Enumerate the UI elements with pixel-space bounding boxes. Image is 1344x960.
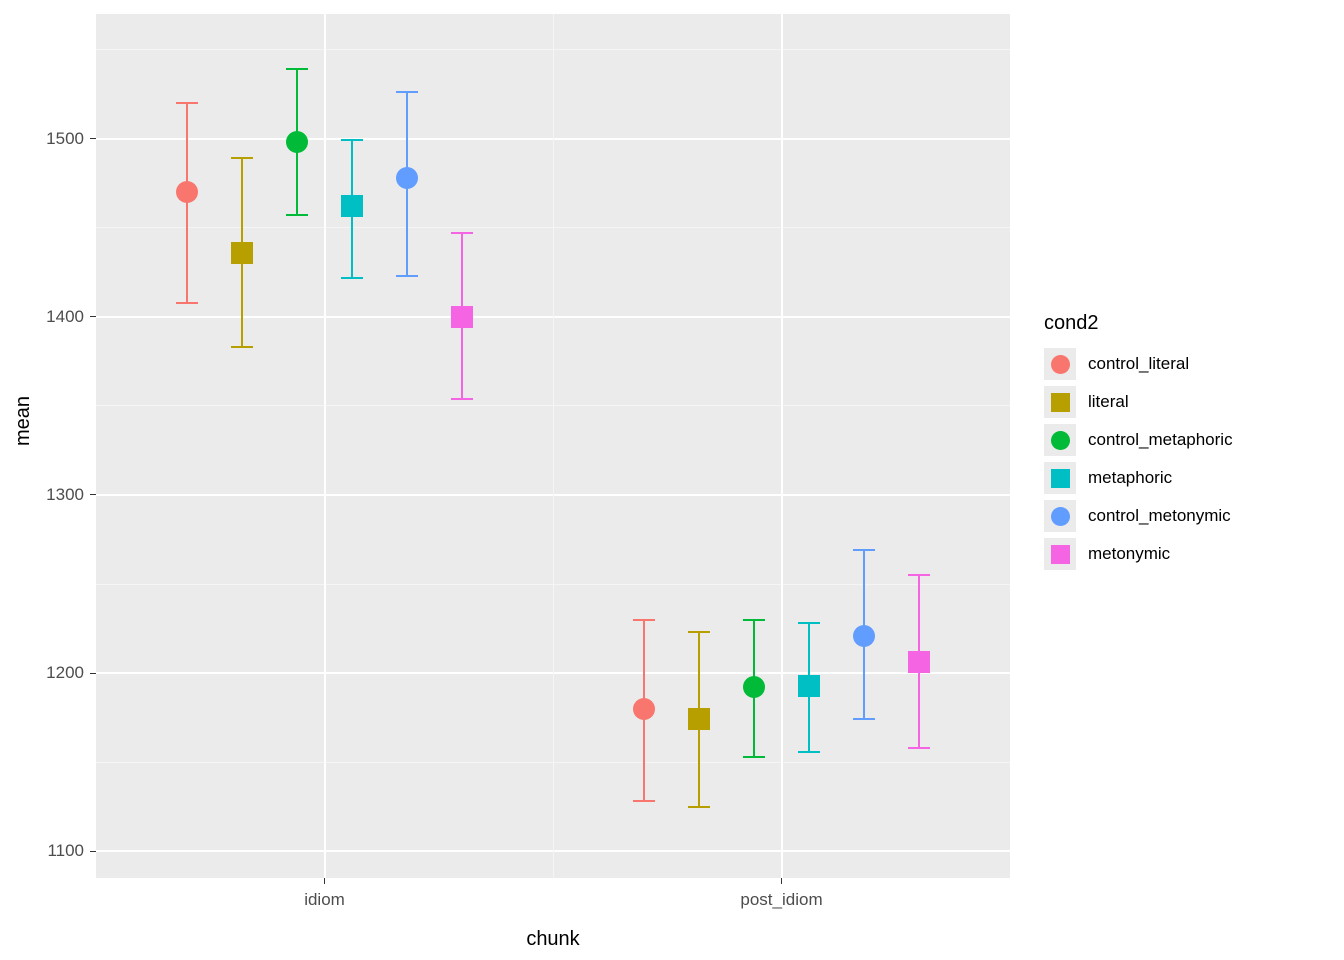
grid-minor-v (553, 14, 554, 878)
x-tick-label: post_idiom (662, 890, 902, 910)
data-point (633, 698, 655, 720)
grid-major-v (324, 14, 326, 878)
legend-item: literal (1044, 383, 1233, 421)
legend-item: control_metonymic (1044, 497, 1233, 535)
grid-major-v (781, 14, 783, 878)
legend-label: literal (1088, 392, 1129, 412)
legend-key (1044, 424, 1076, 456)
y-tick-mark (90, 316, 96, 317)
error-bar-cap (396, 275, 418, 277)
data-point (451, 306, 473, 328)
data-point (688, 708, 710, 730)
legend-key (1044, 500, 1076, 532)
x-tick-mark (781, 878, 782, 884)
y-tick-mark (90, 673, 96, 674)
legend-key (1044, 348, 1076, 380)
y-tick-mark (90, 138, 96, 139)
error-bar-cap (743, 619, 765, 621)
error-bar-cap (688, 631, 710, 633)
circle-icon (1051, 507, 1070, 526)
y-tick-mark (90, 494, 96, 495)
legend-label: metaphoric (1088, 468, 1172, 488)
legend-item: control_metaphoric (1044, 421, 1233, 459)
error-bar-cap (396, 91, 418, 93)
legend-item: metonymic (1044, 535, 1233, 573)
error-bar-cap (633, 619, 655, 621)
error-bar-cap (853, 549, 875, 551)
square-icon (1051, 545, 1070, 564)
error-bar-cap (176, 302, 198, 304)
square-icon (1051, 469, 1070, 488)
error-bar-cap (286, 214, 308, 216)
legend-title: cond2 (1044, 312, 1233, 335)
error-bar-cap (451, 232, 473, 234)
x-axis-title-text: chunk (526, 928, 579, 950)
data-point (341, 195, 363, 217)
x-tick-mark (324, 878, 325, 884)
y-axis-title: mean (12, 396, 35, 446)
data-point (908, 651, 930, 673)
error-bar-cap (231, 346, 253, 348)
legend-label: control_literal (1088, 354, 1189, 374)
legend-key (1044, 538, 1076, 570)
error-bar-cap (688, 806, 710, 808)
y-tick-mark (90, 851, 96, 852)
circle-icon (1051, 355, 1070, 374)
error-bar-cap (743, 756, 765, 758)
y-tick-label: 1500 (46, 129, 84, 149)
legend-label: control_metaphoric (1088, 430, 1233, 450)
data-point (396, 167, 418, 189)
error-bar-cap (798, 622, 820, 624)
error-bar-cap (451, 398, 473, 400)
legend-label: metonymic (1088, 544, 1170, 564)
legend-item: metaphoric (1044, 459, 1233, 497)
data-point (798, 675, 820, 697)
legend-key (1044, 386, 1076, 418)
error-bar-cap (286, 68, 308, 70)
legend: cond2 control_literalliteral control_meta… (1044, 312, 1233, 573)
error-bar-cap (341, 139, 363, 141)
error-bar-cap (176, 102, 198, 104)
figure: mean chunk cond2 control_literalliteralc… (0, 0, 1344, 960)
y-tick-label: 1100 (47, 841, 84, 861)
y-axis-title-text: mean (12, 396, 34, 446)
legend-key (1044, 462, 1076, 494)
y-tick-label: 1200 (46, 663, 84, 683)
error-bar-cap (633, 800, 655, 802)
data-point (231, 242, 253, 264)
legend-item: control_literal (1044, 345, 1233, 383)
x-axis-title: chunk (0, 928, 1010, 951)
y-tick-label: 1300 (46, 485, 84, 505)
x-tick-label: idiom (205, 890, 445, 910)
error-bar-cap (798, 751, 820, 753)
error-bar-cap (341, 277, 363, 279)
y-tick-label: 1400 (46, 307, 84, 327)
legend-label: control_metonymic (1088, 506, 1231, 526)
square-icon (1051, 393, 1070, 412)
data-point (853, 625, 875, 647)
error-bar-cap (908, 574, 930, 576)
error-bar-cap (853, 718, 875, 720)
error-bar-cap (908, 747, 930, 749)
error-bar-cap (231, 157, 253, 159)
circle-icon (1051, 431, 1070, 450)
